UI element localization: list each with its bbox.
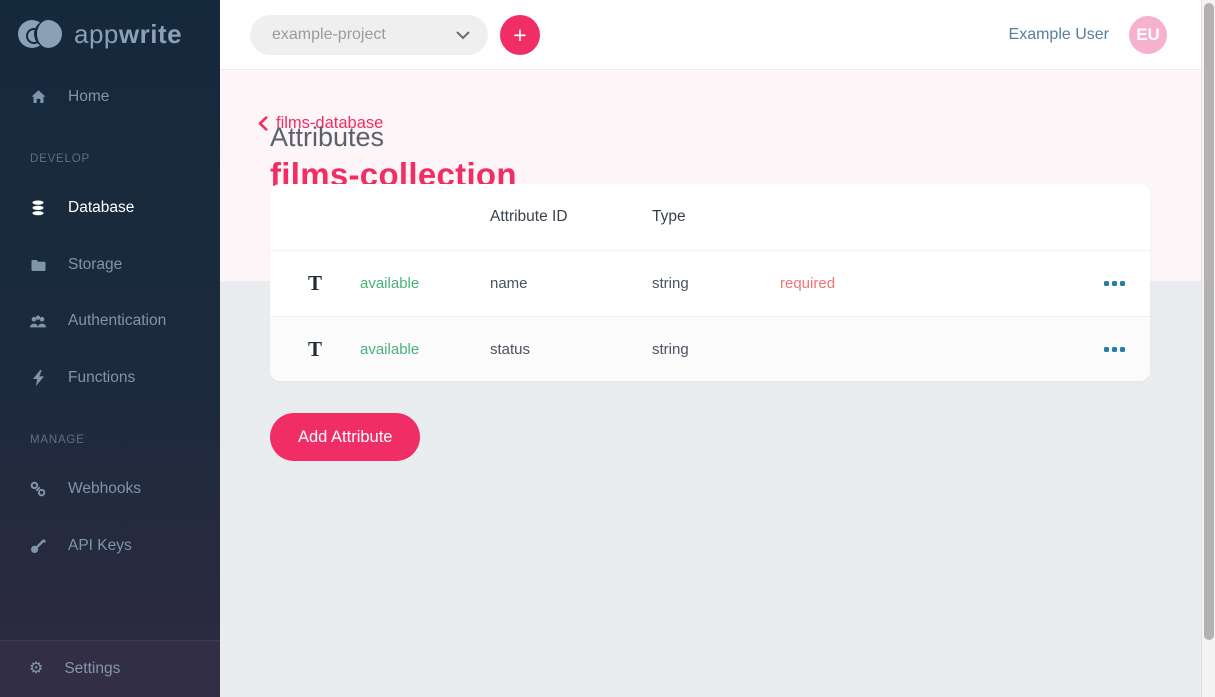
bolt-icon (29, 370, 47, 386)
add-project-button[interactable]: + (500, 15, 540, 55)
vertical-scrollbar[interactable] (1201, 0, 1215, 697)
sidebar-item-label: API Keys (68, 537, 132, 555)
attributes-table: Attribute ID Type T available name strin… (270, 184, 1150, 381)
text-attribute-icon: T (270, 271, 360, 296)
status-badge: available (360, 341, 490, 358)
avatar[interactable]: EU (1129, 16, 1167, 54)
column-header-type: Type (652, 208, 780, 226)
sidebar-item-functions[interactable]: Functions (0, 359, 220, 397)
project-selector[interactable]: example-project (250, 15, 488, 55)
column-header-attribute-id: Attribute ID (490, 208, 652, 226)
sidebar-item-label: Functions (68, 369, 135, 387)
project-selector-value: example-project (272, 26, 386, 44)
status-badge: available (360, 275, 490, 292)
add-attribute-button[interactable]: Add Attribute (270, 413, 420, 461)
home-icon (29, 89, 47, 105)
appwrite-logo[interactable]: appwrite (18, 18, 182, 50)
required-flag: required (780, 275, 1078, 292)
main-content: films-database films-collection Document… (220, 70, 1215, 697)
database-icon (29, 200, 47, 216)
link-icon (29, 481, 47, 497)
folder-icon (29, 258, 47, 273)
section-heading: Attributes (270, 122, 384, 153)
chevron-left-icon (258, 116, 268, 131)
user-area: Example User EU (1009, 0, 1167, 70)
appwrite-logo-icon (18, 18, 64, 50)
sidebar-item-settings[interactable]: ⚙ Settings (0, 640, 220, 697)
type-cell: string (652, 275, 780, 292)
sidebar-item-label: Storage (68, 256, 122, 274)
sidebar-item-webhooks[interactable]: Webhooks (0, 470, 220, 508)
sidebar-item-label: Webhooks (68, 480, 141, 498)
row-actions-menu-button[interactable] (1078, 347, 1150, 352)
sidebar-item-label: Home (68, 88, 109, 106)
sidebar-item-home[interactable]: Home (0, 78, 220, 116)
attribute-id-cell: status (490, 341, 652, 358)
sidebar: appwrite Home DEVELOP Database Storage A… (0, 0, 220, 697)
scrollbar-thumb[interactable] (1204, 3, 1214, 640)
sidebar-item-database[interactable]: Database (0, 189, 220, 227)
sidebar-item-api-keys[interactable]: API Keys (0, 527, 220, 565)
attribute-id-cell: name (490, 275, 652, 292)
gear-icon: ⚙ (29, 661, 43, 677)
appwrite-logo-text: appwrite (74, 19, 182, 50)
table-header-row: Attribute ID Type (270, 184, 1150, 250)
users-icon (29, 314, 47, 329)
text-attribute-icon: T (270, 337, 360, 362)
sidebar-item-storage[interactable]: Storage (0, 246, 220, 284)
sidebar-item-authentication[interactable]: Authentication (0, 302, 220, 340)
chevron-down-icon (456, 31, 470, 40)
sidebar-section-manage: MANAGE (30, 434, 85, 446)
type-cell: string (652, 341, 780, 358)
table-row: T available name string required (270, 250, 1150, 316)
table-row: T available status string (270, 316, 1150, 381)
row-actions-menu-button[interactable] (1078, 281, 1150, 286)
sidebar-item-label: Settings (64, 660, 120, 678)
key-icon (29, 538, 47, 554)
topbar: example-project + Example User EU (220, 0, 1215, 70)
sidebar-item-label: Database (68, 199, 134, 217)
sidebar-section-develop: DEVELOP (30, 153, 90, 165)
sidebar-item-label: Authentication (68, 312, 166, 330)
user-name-link[interactable]: Example User (1009, 26, 1109, 44)
